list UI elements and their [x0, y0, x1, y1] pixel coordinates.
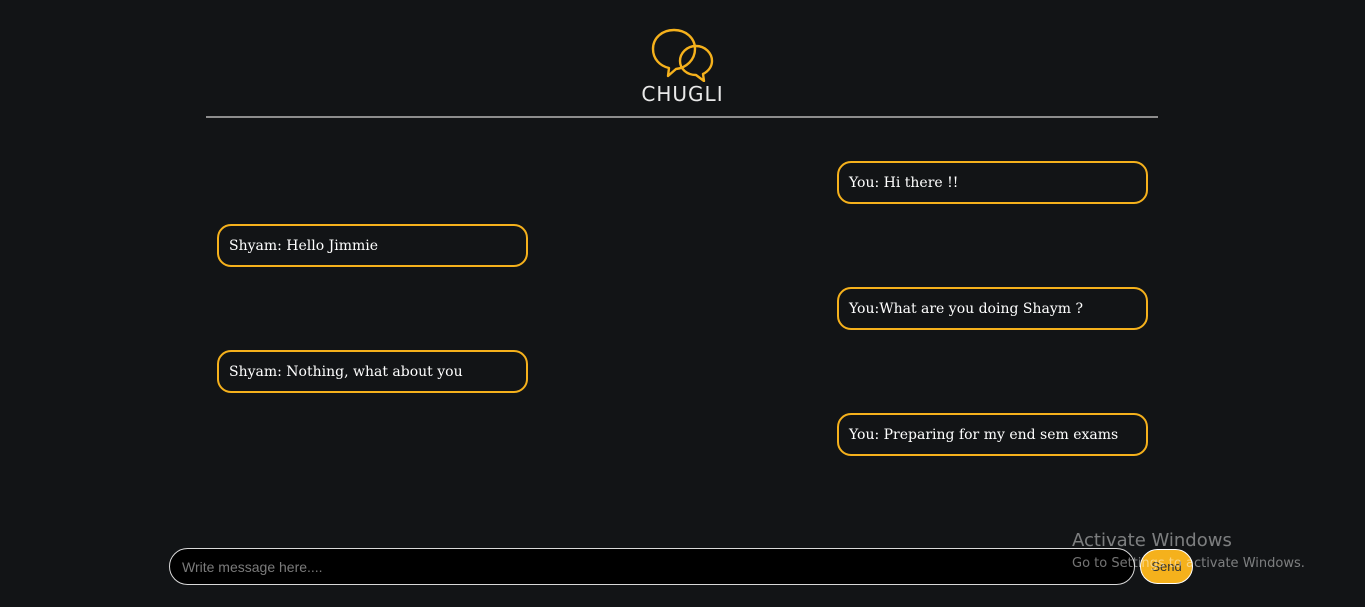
activate-windows-title: Activate Windows	[1072, 530, 1232, 551]
activate-windows-subtitle: Go to Settings to activate Windows.	[1072, 556, 1305, 571]
message-composer	[169, 548, 1135, 585]
header-divider	[206, 116, 1158, 118]
message-bubble-sent: You: Hi there !!	[837, 161, 1148, 204]
chat-page: CHUGLI You: Hi there !! Shyam: Hello Jim…	[0, 0, 1365, 607]
message-input[interactable]	[170, 549, 1134, 584]
message-bubble-received: Shyam: Hello Jimmie	[217, 224, 528, 267]
app-brand-title: CHUGLI	[641, 82, 724, 106]
chat-bubbles-icon	[651, 28, 714, 82]
message-bubble-sent: You:What are you doing Shaym ?	[837, 287, 1148, 330]
message-bubble-received: Shyam: Nothing, what about you	[217, 350, 528, 393]
message-bubble-sent: You: Preparing for my end sem exams	[837, 413, 1148, 456]
